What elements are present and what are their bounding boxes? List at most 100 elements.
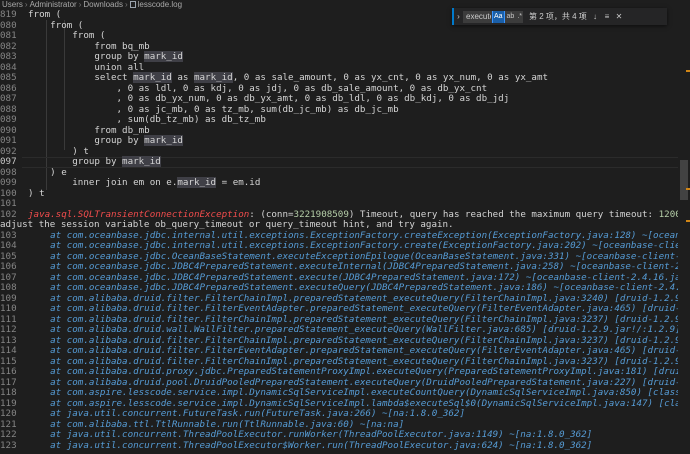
code-segment: ) t (28, 145, 89, 157)
line-number: 081 (0, 30, 17, 41)
line-number: 110 (0, 303, 17, 314)
code-text: ) t (28, 188, 45, 200)
previous-match-icon[interactable]: ↑ (577, 12, 589, 21)
search-highlight: mark_id (144, 51, 183, 62)
stack-trace-text: at com.aspire.lesscode.service.impl.Dyna… (28, 387, 690, 398)
exception-text2: ) Timeout, query has reached the maximum… (348, 208, 659, 220)
exception-continuation[interactable]: adjust the session variable ob_query_tim… (0, 219, 690, 231)
stack-trace-text: at com.alibaba.druid.filter.FilterEventA… (50, 345, 690, 356)
stack-trace-text: at java.util.concurrent.ThreadPoolExecut… (28, 439, 593, 451)
code-segment: = em.id (216, 177, 261, 188)
stack-trace-text: at com.oceanbase.jdbc.JDBC4PreparedState… (28, 282, 690, 293)
exception-conn: 3221908509 (293, 208, 349, 220)
code-segment: , 0 as db_yx_num, 0 as db_yx_amt, 0 as d… (28, 93, 510, 104)
stack-trace-text: at com.oceanbase.jdbc.JDBC4PreparedState… (50, 261, 690, 272)
search-highlight: mark_id (177, 177, 217, 188)
scrollbar-match-marker (686, 188, 690, 190)
next-match-icon[interactable]: ↓ (589, 12, 601, 21)
code-segment: from ( (28, 9, 62, 20)
stack-trace-line[interactable]: 106 at com.oceanbase.jdbc.JDBC4PreparedS… (0, 261, 690, 273)
breadcrumb-item-users[interactable]: Users (2, 0, 23, 9)
breadcrumb-item-downloads[interactable]: Downloads (83, 0, 123, 9)
find-input[interactable]: execute error Aa ab .* (463, 10, 523, 23)
stack-trace-text: at java.util.concurrent.ThreadPoolExecut… (28, 429, 593, 440)
line-number: 123 (0, 439, 17, 451)
code-segment: inner join em on e. (28, 177, 178, 188)
line-number: 097 (0, 156, 17, 167)
code-line[interactable]: 099 inner join em on e.mark_id = em.id (0, 177, 690, 189)
stack-trace-line[interactable]: 104 at com.oceanbase.jdbc.internal.util.… (0, 240, 690, 252)
code-line[interactable]: 100) t (0, 188, 690, 200)
scrollbar-thumb[interactable] (680, 160, 688, 200)
find-result-count: 第 2 项，共 4 项 (529, 12, 587, 21)
code-segment: as (171, 72, 194, 83)
stack-trace-text: at com.alibaba.druid.filter.FilterEventA… (50, 303, 690, 314)
code-segment: , 0 as jc_mb, 0 as tz_mb, sum(db_jc_mb) … (28, 103, 399, 115)
code-segment: group by (28, 135, 145, 146)
exception-class: java.sql.SQLTransientConnectionException (28, 208, 250, 220)
regex-button[interactable]: .* (516, 11, 523, 23)
code-segment: , 0 as ldl, 0 as kdj, 0 as jdj, 0 as db_… (28, 82, 488, 94)
code-segment: from ( (28, 30, 106, 41)
line-number: 083 (0, 51, 17, 62)
code-segment: from ( (28, 19, 84, 31)
find-in-selection-icon[interactable]: ≡ (601, 12, 613, 21)
match-word-button[interactable]: ab (506, 11, 516, 23)
stack-trace-line[interactable]: 120 at java.util.concurrent.FutureTask.r… (0, 408, 690, 420)
line-number: 122 (0, 429, 17, 440)
stack-trace-line[interactable]: 108 at com.oceanbase.jdbc.JDBC4PreparedS… (0, 282, 690, 294)
stack-trace-line[interactable]: 122 at java.util.concurrent.ThreadPoolEx… (0, 429, 690, 441)
vertical-scrollbar[interactable] (678, 10, 690, 454)
code-lines: 819 from (080 from (081 from (082 from bq… (0, 9, 690, 452)
breadcrumb-item-file[interactable]: lesscode.log (138, 0, 182, 9)
line-number: 091 (0, 135, 17, 146)
search-highlight: mark_id (144, 135, 183, 146)
stack-trace-text: at com.alibaba.druid.proxy.jdbc.Prepared… (50, 366, 690, 377)
stack-trace-line[interactable]: 118 at com.aspire.lesscode.service.impl.… (0, 387, 690, 399)
line-number: 104 (0, 240, 17, 251)
search-highlight: mark_id (193, 72, 233, 83)
line-number: 120 (0, 408, 17, 419)
stack-trace-line[interactable]: 110 at com.alibaba.druid.filter.FilterEv… (0, 303, 690, 315)
exception-text1: : (conn= (249, 208, 294, 220)
search-highlight: mark_id (133, 72, 172, 83)
match-case-button[interactable]: Aa (491, 10, 505, 23)
stack-trace-line[interactable]: 116 at com.alibaba.druid.proxy.jdbc.Prep… (0, 366, 690, 378)
chevron-right-icon: › (24, 0, 28, 9)
line-number: 089 (0, 114, 17, 125)
find-input-value: execute error (466, 11, 491, 21)
breadcrumb-item-administrator[interactable]: Administrator (30, 0, 77, 9)
code-segment: from db_mb (28, 124, 150, 136)
scrollbar-match-marker (686, 220, 690, 222)
toggle-replace-icon[interactable]: › (454, 12, 463, 21)
stack-trace-text: at com.alibaba.druid.wall.WallFilter.pre… (28, 324, 681, 335)
code-segment: , sum(db_tz_mb) as db_tz_mb (28, 114, 266, 125)
line-number: 106 (0, 261, 17, 272)
code-segment: group by (28, 156, 123, 167)
stack-trace-text: at java.util.concurrent.FutureTask.run(F… (28, 408, 465, 419)
line-number: 085 (0, 72, 17, 83)
line-number: 108 (0, 282, 17, 293)
code-segment: union all (28, 61, 145, 73)
stack-trace-text: at com.oceanbase.jdbc.internal.util.exce… (50, 240, 690, 251)
search-highlight: mark_id (122, 156, 161, 167)
chevron-right-icon: › (124, 0, 128, 9)
file-icon (129, 1, 136, 8)
line-number: 114 (0, 345, 17, 356)
stack-trace-line[interactable]: 112 at com.alibaba.druid.wall.WallFilter… (0, 324, 690, 336)
line-number: 118 (0, 387, 17, 398)
exception-cont-text: adjust the session variable ob_query_tim… (0, 219, 454, 230)
code-line[interactable]: 097 group by mark_id (0, 156, 690, 168)
editor[interactable]: Users › Administrator › Downloads › lesscode.l… (0, 0, 690, 454)
code-line[interactable]: 091 group by mark_id (0, 135, 690, 147)
line-number: 819 (0, 9, 17, 20)
code-segment: , 0 as sale_amount, 0 as yx_cnt, 0 as yx… (232, 72, 549, 83)
stack-trace-line[interactable]: 123 at java.util.concurrent.ThreadPoolEx… (0, 439, 690, 452)
close-icon[interactable]: ✕ (613, 12, 625, 21)
code-segment: ) e (28, 166, 67, 178)
stack-trace-line[interactable]: 114 at com.alibaba.druid.filter.FilterEv… (0, 345, 690, 357)
line-number: 087 (0, 93, 17, 104)
code-segment: from bq_mb (28, 40, 150, 52)
scrollbar-match-marker (686, 70, 690, 72)
line-number: 099 (0, 177, 17, 188)
